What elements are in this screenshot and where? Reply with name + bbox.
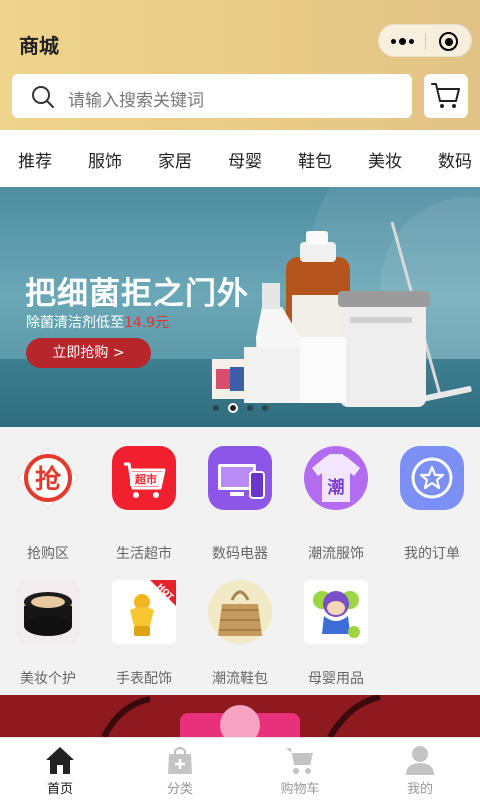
carousel-dot[interactable] xyxy=(246,405,253,411)
bags-icon xyxy=(208,580,272,644)
category-label: 我的订单 xyxy=(404,546,460,562)
header: 商城 请输入搜索关键词 xyxy=(0,0,480,130)
category-tabs: 推荐 服饰 家居 母婴 鞋包 美妆 数码 xyxy=(0,130,480,187)
tabbar-item-category[interactable]: 分类 xyxy=(120,738,240,800)
flash-sale-icon: 抢 xyxy=(17,447,79,509)
tabbar-label: 首页 xyxy=(46,782,73,797)
tabbar-label: 我的 xyxy=(406,782,433,797)
svg-text:超市: 超市 xyxy=(134,472,157,486)
home-icon xyxy=(46,747,74,774)
tab-mother-baby[interactable]: 母婴 xyxy=(228,147,262,172)
fashion-icon: 潮 xyxy=(304,446,368,510)
tab-digital[interactable]: 数码 xyxy=(438,147,472,172)
svg-text:抢: 抢 xyxy=(35,464,62,495)
tab-home[interactable]: 家居 xyxy=(158,147,192,172)
tab-apparel[interactable]: 服饰 xyxy=(88,147,122,172)
tabbar-label: 购物车 xyxy=(280,782,320,797)
capsule-divider xyxy=(425,33,426,50)
carousel-dot[interactable] xyxy=(212,405,219,411)
category-label: 抢购区 xyxy=(27,546,69,562)
category-label: 美妆个护 xyxy=(20,671,76,687)
cosmetics-icon xyxy=(16,580,80,644)
tabbar-item-profile[interactable]: 我的 xyxy=(360,738,480,800)
category-label: 生活超市 xyxy=(116,546,172,562)
banner-subtitle-text: 除菌清洁剂低至 xyxy=(26,315,124,331)
category-grid: 抢 抢购区 超市 生活超市 数码电器 潮 潮流服饰 我的订单 美妆个护 HOT … xyxy=(0,427,480,695)
cart-icon xyxy=(286,748,313,774)
tabbar-item-home[interactable]: 首页 xyxy=(0,738,120,800)
category-bag-icon xyxy=(168,747,192,774)
orders-icon xyxy=(400,446,464,510)
category-label: 潮流鞋包 xyxy=(212,671,268,687)
tabbar-item-cart[interactable]: 购物车 xyxy=(240,738,360,800)
banner-headline: 把细菌拒之门外 xyxy=(25,276,249,312)
search-input[interactable]: 请输入搜索关键词 xyxy=(12,74,412,118)
baby-icon xyxy=(304,580,368,644)
tab-beauty[interactable]: 美妆 xyxy=(368,147,402,172)
promo-strip-art xyxy=(101,695,381,737)
category-label: 数码电器 xyxy=(212,546,268,562)
bottom-tab-bar: 首页 分类 购物车 我的 xyxy=(0,737,480,800)
close-circle-icon[interactable] xyxy=(439,32,458,51)
tab-shoes-bags[interactable]: 鞋包 xyxy=(298,147,332,172)
promo-strip[interactable] xyxy=(0,695,480,737)
banner-subtitle: 除菌清洁剂低至14.9元 xyxy=(26,312,169,332)
banner-price: 14.9元 xyxy=(124,315,170,331)
supermarket-icon: 超市 xyxy=(112,446,176,510)
search-placeholder: 请输入搜索关键词 xyxy=(68,91,204,111)
carousel-dot[interactable] xyxy=(261,405,268,411)
svg-text:潮: 潮 xyxy=(328,477,345,498)
category-label: 母婴用品 xyxy=(308,671,364,687)
cart-button[interactable] xyxy=(424,74,468,118)
cart-icon xyxy=(431,83,460,108)
category-label: 潮流服饰 xyxy=(308,546,364,562)
category-label: 手表配饰 xyxy=(116,671,172,687)
user-icon xyxy=(406,746,434,775)
electronics-icon xyxy=(208,446,272,510)
search-icon xyxy=(32,86,54,108)
tabbar-label: 分类 xyxy=(166,782,193,797)
more-menu-icon[interactable] xyxy=(379,25,425,58)
page-title: 商城 xyxy=(19,34,59,58)
mini-program-capsule xyxy=(378,24,472,57)
carousel-dot-active[interactable] xyxy=(227,403,238,413)
promo-banner[interactable]: 把细菌拒之门外 除菌清洁剂低至14.9元 立即抢购 > xyxy=(0,187,480,427)
accessories-icon: HOT xyxy=(112,580,176,644)
carousel-indicator xyxy=(0,403,480,413)
tab-recommend[interactable]: 推荐 xyxy=(18,147,52,172)
buy-now-button[interactable]: 立即抢购 > xyxy=(26,338,151,368)
